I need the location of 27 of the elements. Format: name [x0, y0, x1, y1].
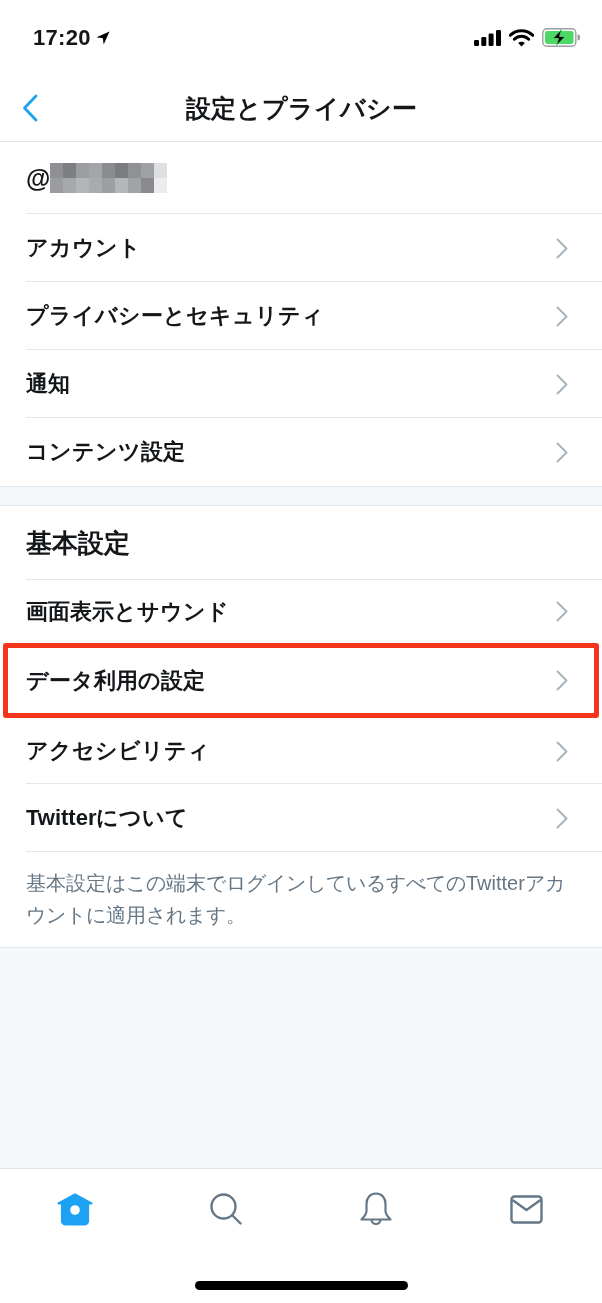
row-label: アカウント	[26, 234, 141, 262]
screen-title: 設定とプライバシー	[185, 92, 417, 124]
section-header: 基本設定	[0, 506, 602, 580]
row-label: 画面表示とサウンド	[26, 597, 229, 626]
chevron-right-icon	[556, 373, 568, 395]
chevron-right-icon	[556, 670, 568, 691]
battery-icon	[542, 28, 580, 47]
chevron-right-icon	[556, 237, 568, 259]
row-label: データ利用の設定	[26, 666, 205, 695]
chevron-right-icon	[556, 305, 568, 327]
row-label: プライバシーとセキュリティ	[26, 302, 324, 330]
wifi-icon	[509, 28, 534, 47]
chevron-right-icon	[556, 601, 568, 622]
row-label: コンテンツ設定	[26, 438, 185, 466]
row-label: Twitterについて	[26, 804, 189, 832]
chevron-right-icon	[556, 740, 568, 762]
status-time: 17:20	[33, 24, 91, 51]
back-chevron-icon	[22, 94, 38, 122]
row-label: 通知	[26, 370, 70, 398]
at-sign: @	[26, 163, 51, 193]
chevron-right-icon	[556, 807, 568, 829]
row-label: アクセシビリティ	[26, 737, 210, 765]
signal-icon	[474, 29, 501, 46]
chevron-right-icon	[556, 441, 568, 463]
section-note: 基本設定はこの端末でログインしているすべてのTwitterアカウントに適用されます。	[25, 871, 566, 928]
settings-row[interactable]: データ利用の設定	[3, 643, 599, 718]
location-arrow-icon	[95, 30, 110, 45]
